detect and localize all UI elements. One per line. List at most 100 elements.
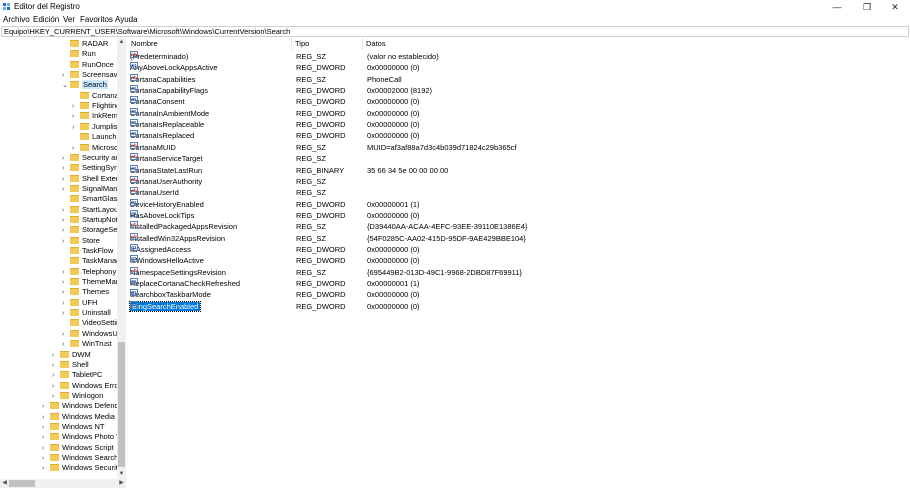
value-row[interactable]: ab CortanaMUID REG_SZ MUID=af3af88a7d3c4b03… xyxy=(128,141,910,153)
value-row[interactable]: 01 CortanaCapabilityFlags REG_DWORD 0x00002… xyxy=(128,85,910,96)
tree-item[interactable]: › WindowsUp xyxy=(62,329,122,339)
tree-item[interactable]: › Windows NT xyxy=(42,422,105,432)
tree-item[interactable]: › Windows Search xyxy=(42,453,118,463)
tree-item[interactable]: › Windows Photo V xyxy=(42,432,121,442)
tree-item[interactable]: › TabletPC xyxy=(52,370,102,380)
value-row[interactable]: 01 CortanaInAmbientMode REG_DWORD 0x0000000… xyxy=(128,107,910,119)
tree-item[interactable]: › Winlogon xyxy=(52,391,103,401)
close-button[interactable]: ✕ xyxy=(880,0,910,14)
tree-item[interactable]: › DWM xyxy=(52,350,91,360)
value-row[interactable]: 01 IsWindowsHelloActive REG_DWORD 0x0000000… xyxy=(128,255,910,266)
menu-ayuda[interactable]: Ayuda xyxy=(115,15,138,24)
tree-item[interactable]: › SignalMana xyxy=(62,184,122,194)
column-header-type[interactable]: Tipo xyxy=(292,38,363,50)
tree-item[interactable]: › JumplistI xyxy=(72,122,122,132)
value-row[interactable]: 01 CortanaConsent REG_DWORD 0x00000000 (0) xyxy=(128,96,910,107)
tree-item[interactable]: › StartLayout xyxy=(62,205,120,215)
scroll-right-icon[interactable]: ▶ xyxy=(117,479,126,488)
value-row[interactable]: 01 HasAboveLockTips REG_DWORD 0x00000000 (0… xyxy=(128,209,910,221)
menu-ver[interactable]: Ver xyxy=(63,15,75,24)
tree-item[interactable]: › Windows Security xyxy=(42,463,122,473)
value-row[interactable]: ab NamespaceSettingsRevision REG_SZ {695449… xyxy=(128,266,910,278)
folder-icon xyxy=(70,71,79,79)
tree-item[interactable]: SmartGlass xyxy=(62,194,121,204)
value-row[interactable]: 01 ReplaceCortanaCheckRefreshed REG_DWORD 0… xyxy=(128,278,910,289)
scroll-thumb[interactable] xyxy=(118,342,125,467)
value-row[interactable]: 01 AnyAboveLockAppsActive REG_DWORD 0x00000… xyxy=(128,62,910,73)
tree-horizontal-scrollbar[interactable]: ◀ ▶ xyxy=(0,479,126,488)
tree-item[interactable]: VideoSettin xyxy=(62,318,120,328)
value-row[interactable]: 01 IsAssignedAccess REG_DWORD 0x00000000 (0… xyxy=(128,243,910,255)
maximize-button[interactable]: ❐ xyxy=(852,0,882,14)
tree-item-label: RADAR xyxy=(82,39,109,48)
value-row[interactable]: 01 CortanaIsReplaceable REG_DWORD 0x0000000… xyxy=(128,119,910,130)
menu-edicion[interactable]: Edición xyxy=(33,15,59,24)
tree-item[interactable]: ⌄ Search xyxy=(62,80,108,90)
tree-item[interactable]: RADAR xyxy=(62,39,108,49)
folder-icon xyxy=(80,112,89,120)
tree-item[interactable]: › InkRemin xyxy=(72,111,124,121)
value-row[interactable]: ab CortanaServiceTarget REG_SZ xyxy=(128,153,910,164)
value-name: CortanaServiceTarget xyxy=(130,154,203,164)
scroll-down-icon[interactable]: ▼ xyxy=(117,470,126,479)
column-header-name[interactable]: Nombre xyxy=(128,38,292,50)
value-type: REG_DWORD xyxy=(296,199,346,209)
value-row[interactable]: ab InstalledPackagedAppsRevision REG_SZ {D3… xyxy=(128,221,910,232)
tree-item[interactable]: › Store xyxy=(62,236,100,246)
scroll-up-icon[interactable]: ▲ xyxy=(117,38,126,47)
tree-item-label: Windows Security xyxy=(62,463,122,473)
tree-item[interactable]: › Telephony xyxy=(62,267,116,277)
tree-item[interactable]: TaskFlow xyxy=(62,246,113,256)
tree-item[interactable]: TaskManage xyxy=(62,256,125,266)
tree-item[interactable]: › Uninstall xyxy=(62,308,111,318)
chevron-down-icon[interactable]: ⌄ xyxy=(62,81,70,91)
tree-item[interactable]: › StorageSen xyxy=(62,225,122,235)
tree-item-label: TaskFlow xyxy=(82,246,114,255)
menu-archivo[interactable]: Archivo xyxy=(3,15,30,24)
tree-item[interactable]: › Themes xyxy=(62,287,109,297)
scroll-left-icon[interactable]: ◀ xyxy=(0,479,9,488)
value-row[interactable]: ab CortanaUserId REG_SZ xyxy=(128,187,910,198)
tree-item[interactable]: › Shell Extens xyxy=(62,174,124,184)
menu-favoritos[interactable]: Favoritos xyxy=(80,15,113,24)
value-row[interactable]: ab InstalledWin32AppsRevision REG_SZ {54F02… xyxy=(128,232,910,244)
tree-vertical-scrollbar[interactable]: ▲ ▼ xyxy=(117,38,126,479)
tree-item-label: Store xyxy=(82,235,100,245)
tree-item[interactable]: Run xyxy=(62,49,96,59)
tree-item[interactable]: › UFH xyxy=(62,298,97,308)
address-bar[interactable]: Equipo\HKEY_CURRENT_USER\Software\Micros… xyxy=(1,26,909,37)
tree-item[interactable]: Launch xyxy=(72,132,117,142)
value-type: REG_SZ xyxy=(296,176,327,186)
tree-item[interactable]: › Windows Media xyxy=(42,412,115,422)
tree-item[interactable]: › Windows Error xyxy=(52,381,121,391)
value-row[interactable]: 01 DeviceHistoryEnabled REG_DWORD 0x0000000… xyxy=(128,198,910,210)
scroll-thumb-horizontal[interactable] xyxy=(9,480,35,487)
value-row[interactable]: ab (Predeterminado) REG_SZ (valor no establ… xyxy=(128,51,910,62)
tree-item-label: StartupNoti xyxy=(82,214,120,224)
value-data: 0x00000000 (0) xyxy=(367,97,420,107)
tree-item[interactable]: › Flighting xyxy=(72,101,120,111)
value-row[interactable]: ab CortanaUserAuthority REG_SZ xyxy=(128,175,910,187)
value-name: CortanaCapabilityFlags xyxy=(130,86,208,96)
value-row[interactable]: ab CortanaCapabilities REG_SZ PhoneCall xyxy=(128,73,910,85)
tree-item[interactable]: › StartupNoti xyxy=(62,215,120,225)
column-header-data[interactable]: Datos xyxy=(363,38,513,50)
tree-item[interactable]: › ThemeMana xyxy=(62,277,124,287)
tree-item[interactable]: › Windows Defende xyxy=(42,401,123,411)
tree-item[interactable]: › SettingSync xyxy=(62,163,122,173)
value-row[interactable]: 01 BingSearchEnabled REG_DWORD 0x00000000 (… xyxy=(128,300,910,312)
minimize-button[interactable]: — xyxy=(822,0,852,14)
chevron-right-icon[interactable]: › xyxy=(42,464,50,474)
value-row[interactable]: 01 CortanaStateLastRun REG_BINARY 35 66 34 … xyxy=(128,164,910,176)
tree-item[interactable]: RunOnce xyxy=(62,60,114,70)
value-row[interactable]: 01 SearchboxTaskbarMode REG_DWORD 0x0000000… xyxy=(128,289,910,300)
tree-item[interactable]: › Security and xyxy=(62,153,124,163)
tree-item[interactable]: CortanaA xyxy=(72,91,124,101)
tree-item[interactable]: › Shell xyxy=(52,360,89,370)
tree-item[interactable]: › WinTrust xyxy=(62,339,112,349)
tree-item[interactable]: › Microsof xyxy=(72,143,120,153)
tree-item[interactable]: › Screensaver xyxy=(62,70,124,80)
tree-item[interactable]: › Windows Script xyxy=(42,443,114,453)
value-row[interactable]: 01 CortanaIsReplaced REG_DWORD 0x00000000 (… xyxy=(128,130,910,141)
binary-value-icon: 01 xyxy=(130,62,138,70)
